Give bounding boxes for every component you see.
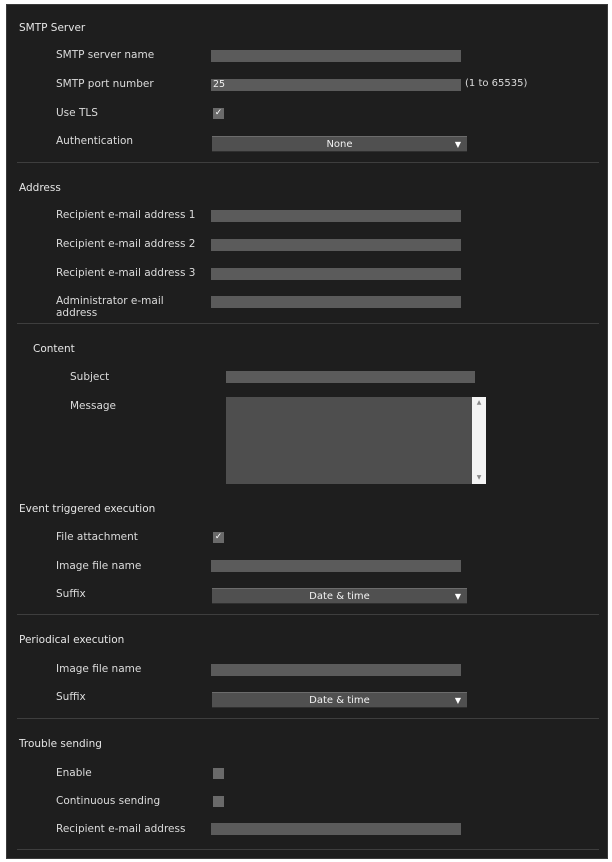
recipient-email-1-label: Recipient e-mail address 1	[56, 209, 196, 221]
trouble-enable-label: Enable	[56, 767, 92, 779]
authentication-select[interactable]: None ▼	[212, 136, 467, 152]
scroll-up-icon[interactable]: ▲	[472, 399, 486, 407]
trouble-recipient-email-label: Recipient e-mail address	[56, 823, 186, 835]
recipient-email-2-label: Recipient e-mail address 2	[56, 238, 196, 250]
section-title-smtp-server: SMTP Server	[19, 22, 86, 34]
authentication-selected-value: None	[326, 139, 353, 150]
chevron-down-icon: ▼	[454, 696, 461, 705]
divider	[17, 718, 599, 719]
administrator-email-label: Administrator e-mail address	[56, 295, 164, 319]
divider	[17, 162, 599, 163]
administrator-email-label-line2: address	[56, 307, 98, 319]
recipient-email-2-input[interactable]	[211, 239, 461, 251]
section-title-event-triggered: Event triggered execution	[19, 503, 156, 515]
divider	[17, 849, 599, 850]
scroll-down-icon[interactable]: ▼	[472, 474, 486, 482]
recipient-email-3-input[interactable]	[211, 268, 461, 280]
authentication-label: Authentication	[56, 135, 134, 147]
use-tls-label: Use TLS	[56, 107, 98, 119]
trouble-enable-checkbox[interactable]	[213, 768, 224, 779]
smtp-port-range-hint: (1 to 65535)	[465, 78, 528, 89]
periodical-image-file-name-input[interactable]	[211, 664, 461, 676]
message-label: Message	[70, 400, 117, 412]
use-tls-checkbox[interactable]: ✓	[213, 108, 224, 119]
smtp-server-name-label: SMTP server name	[56, 49, 155, 61]
smtp-port-number-label: SMTP port number	[56, 78, 154, 90]
divider	[17, 614, 599, 615]
recipient-email-1-input[interactable]	[211, 210, 461, 222]
smtp-port-number-input[interactable]: 25	[211, 79, 461, 91]
chevron-down-icon: ▼	[454, 592, 461, 601]
periodical-suffix-label: Suffix	[56, 691, 86, 703]
file-attachment-checkbox[interactable]: ✓	[213, 532, 224, 543]
message-textarea[interactable]	[226, 397, 478, 484]
administrator-email-input[interactable]	[211, 296, 461, 308]
periodical-suffix-selected-value: Date & time	[309, 695, 370, 706]
section-title-address: Address	[19, 182, 61, 194]
file-attachment-label: File attachment	[56, 531, 138, 543]
periodical-image-file-name-label: Image file name	[56, 663, 142, 675]
trouble-recipient-email-input[interactable]	[211, 823, 461, 835]
smtp-settings-panel: SMTP Server SMTP server name SMTP port n…	[6, 4, 608, 859]
event-image-file-name-input[interactable]	[211, 560, 461, 572]
event-suffix-select[interactable]: Date & time ▼	[212, 588, 467, 604]
section-title-content: Content	[33, 343, 75, 355]
section-title-periodical: Periodical execution	[19, 634, 125, 646]
divider	[17, 323, 599, 324]
continuous-sending-checkbox[interactable]	[213, 796, 224, 807]
event-suffix-label: Suffix	[56, 588, 86, 600]
chevron-down-icon: ▼	[454, 140, 461, 149]
recipient-email-3-label: Recipient e-mail address 3	[56, 267, 196, 279]
subject-input[interactable]	[226, 371, 475, 383]
smtp-server-name-input[interactable]	[211, 50, 461, 62]
section-title-trouble-sending: Trouble sending	[19, 738, 102, 750]
event-suffix-selected-value: Date & time	[309, 591, 370, 602]
continuous-sending-label: Continuous sending	[56, 795, 161, 807]
message-scrollbar[interactable]: ▲ ▼	[472, 397, 486, 484]
event-image-file-name-label: Image file name	[56, 560, 142, 572]
subject-label: Subject	[70, 371, 110, 383]
periodical-suffix-select[interactable]: Date & time ▼	[212, 692, 467, 708]
administrator-email-label-line1: Administrator e-mail	[56, 295, 164, 307]
